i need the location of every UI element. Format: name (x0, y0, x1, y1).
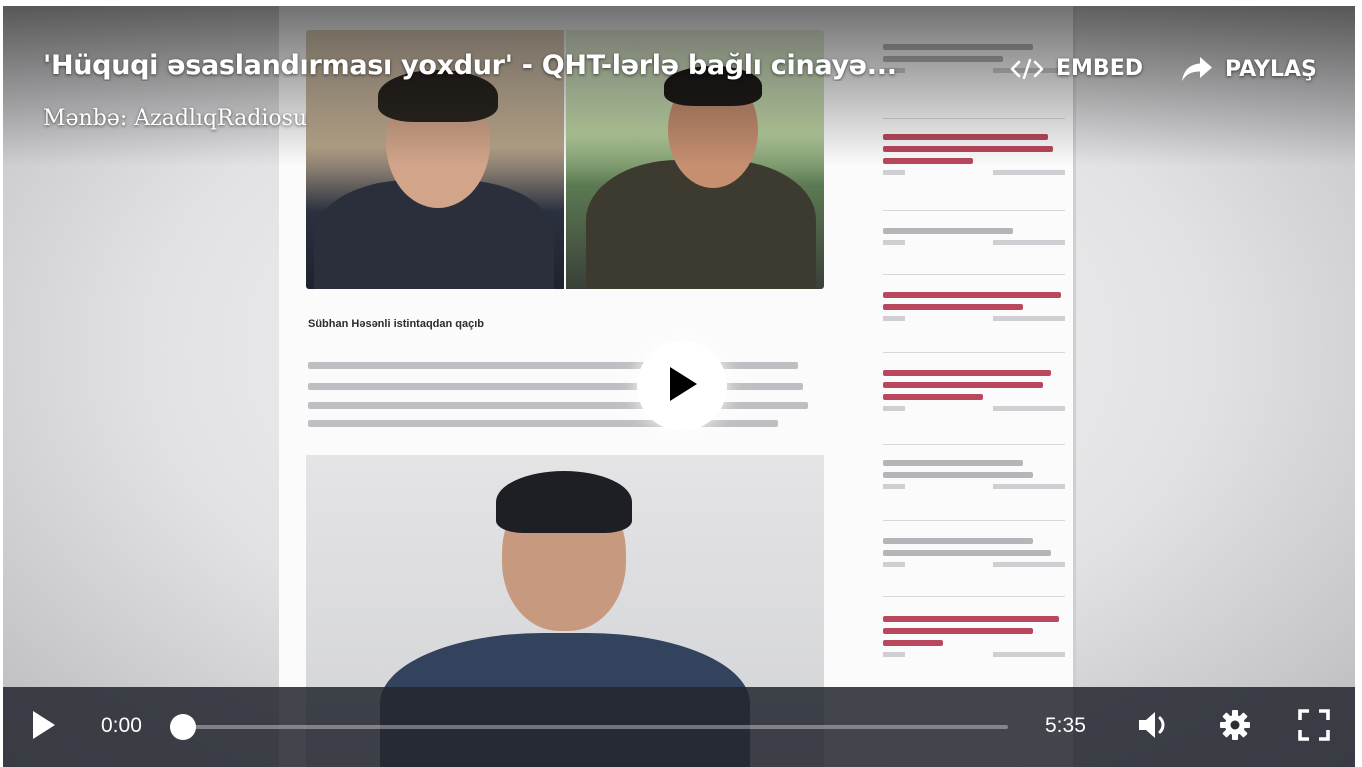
big-play-button[interactable] (637, 341, 727, 431)
play-icon (665, 365, 699, 407)
fullscreen-icon (1298, 709, 1330, 745)
duration: 5:35 (1045, 714, 1086, 737)
current-time: 0:00 (101, 714, 142, 737)
share-label: PAYLAŞ (1225, 56, 1317, 82)
code-icon (1010, 57, 1044, 81)
progress-bar[interactable] (170, 714, 1008, 740)
gear-icon (1219, 709, 1251, 745)
fullscreen-button[interactable] (1289, 687, 1339, 767)
volume-icon (1137, 710, 1171, 744)
poster-article-heading: Sübhan Həsənli istintaqdan qaçıb (308, 318, 485, 330)
settings-button[interactable] (1210, 687, 1260, 767)
progress-handle[interactable] (170, 714, 196, 740)
volume-button[interactable] (1129, 687, 1179, 767)
embed-button[interactable]: EMBED (1010, 56, 1143, 81)
video-player[interactable]: Sübhan Həsənli istintaqdan qaçıb 'Hüquqi… (3, 6, 1355, 767)
share-arrow-icon (1181, 56, 1213, 82)
play-icon (30, 710, 56, 744)
embed-label: EMBED (1056, 56, 1143, 81)
video-title[interactable]: 'Hüquqi əsaslandırması yoxdur' - QHT-lər… (43, 50, 973, 81)
video-source: Mənbə: AzadlıqRadiosu (43, 106, 308, 131)
play-button[interactable] (17, 687, 69, 767)
share-button[interactable]: PAYLAŞ (1181, 56, 1317, 82)
control-bar: 0:00 5:35 (3, 687, 1355, 767)
